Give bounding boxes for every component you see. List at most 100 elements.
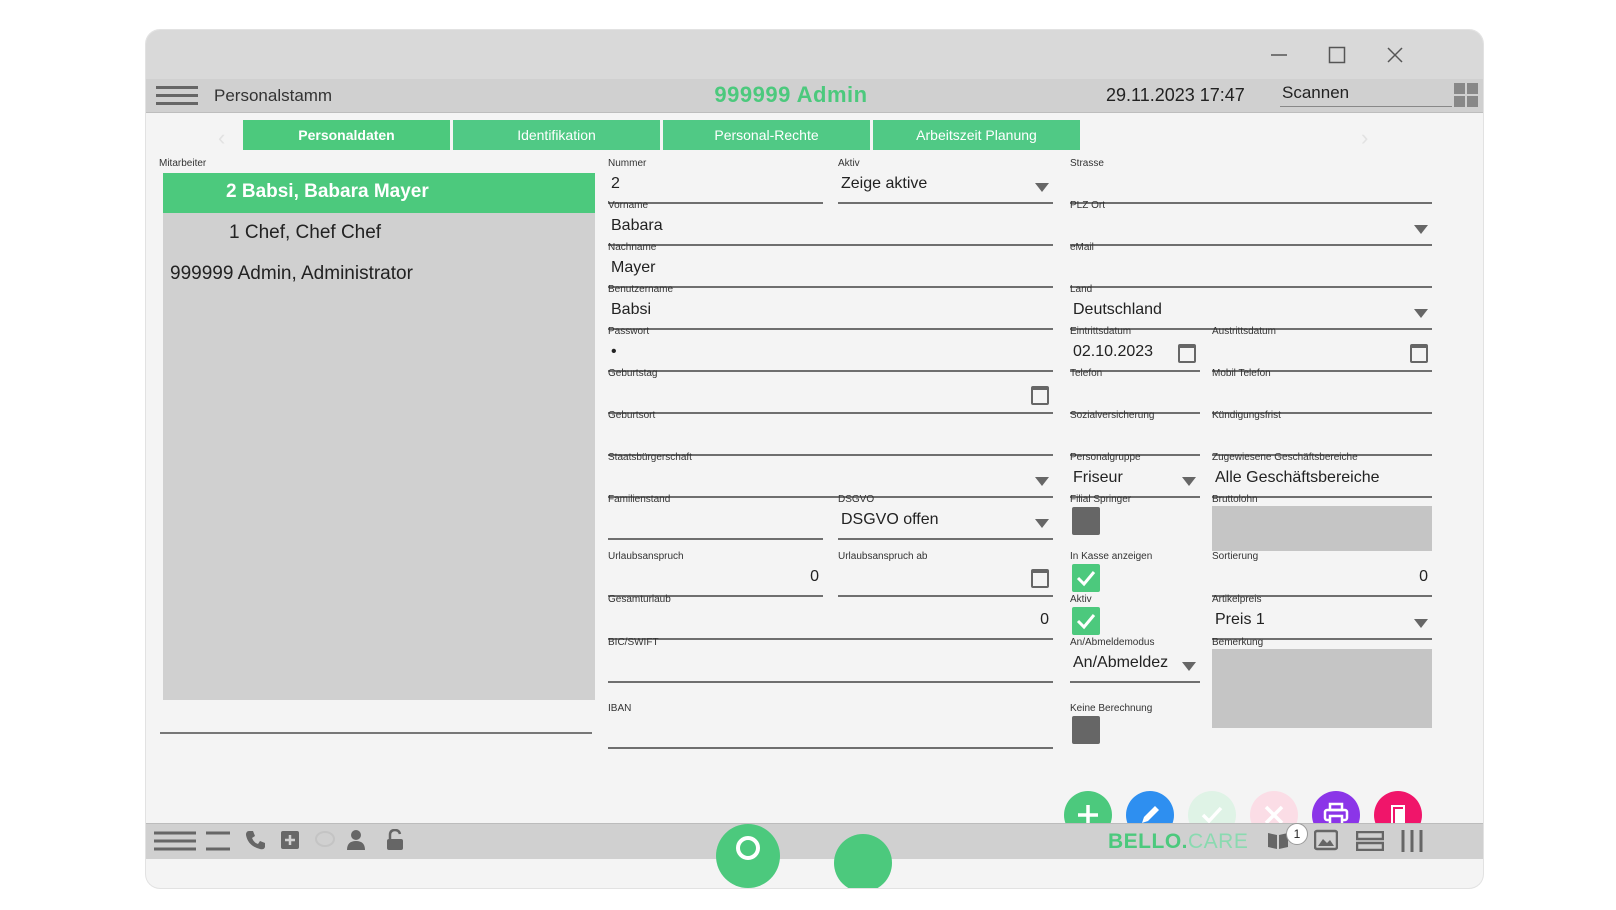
geburtsort-field[interactable] [608,422,1053,456]
kuendigungsfrist-field[interactable] [1212,422,1432,456]
user-icon[interactable] [345,829,367,856]
geschaeftsbereiche-field[interactable]: Alle Geschäftsbereiche [1212,464,1432,498]
iban-field[interactable] [608,715,1053,749]
passwort-label: Passwort [608,326,650,337]
eintrittsdatum-label: Eintrittsdatum [1070,326,1132,337]
in-kasse-checkbox[interactable] [1072,564,1100,592]
search-icon [736,836,760,860]
geburtstag-label: Geburtstag [608,368,658,379]
calendar-icon[interactable] [1410,344,1428,363]
bemerkung-label: Bemerkung [1212,637,1264,648]
artikelpreis-select[interactable]: Preis 1 [1212,606,1432,640]
aktiv-checkbox[interactable] [1072,607,1100,635]
urlaubsanspruch-label: Urlaubsanspruch [608,551,684,562]
land-select[interactable]: Deutschland [1070,296,1432,330]
filial-springer-label: Filial Springer [1070,494,1132,505]
filial-springer-checkbox[interactable] [1072,507,1100,535]
benutzername-field[interactable]: Babsi [608,296,1053,330]
collapse-icon[interactable] [206,831,230,856]
chevron-down-icon [1035,183,1049,192]
urlaubsanspruch-field[interactable]: 0 [608,563,823,597]
list-menu-icon[interactable] [154,831,196,851]
keine-berechnung-checkbox[interactable] [1072,716,1100,744]
email-label: eMail [1070,242,1094,253]
chevron-down-icon [1414,619,1428,628]
tab-next-icon[interactable]: › [1361,125,1368,151]
check-icon [1076,614,1096,630]
plz-ort-label: PLZ Ort [1070,200,1106,211]
employee-list: 2 Babsi, Babara Mayer 1 Chef, Chef Chef … [163,173,595,700]
geburtstag-field[interactable] [608,380,1053,414]
email-field[interactable] [1070,254,1432,288]
tab-prev-icon[interactable]: ‹ [218,125,225,151]
chevron-down-icon [1414,309,1428,318]
mobil-field[interactable] [1212,380,1432,414]
kuendigungsfrist-label: Kündigungsfrist [1212,410,1281,421]
dsgvo-select[interactable]: DSGVO offen [838,506,1053,540]
vorname-field[interactable]: Babara [608,212,1053,246]
image-icon[interactable] [1313,829,1339,856]
app-window: Personalstamm 999999 Admin 29.11.2023 17… [146,30,1483,888]
eintrittsdatum-field[interactable]: 02.10.2023 [1070,338,1200,372]
personalgruppe-select[interactable]: Friseur [1070,464,1200,498]
close-icon[interactable] [1380,40,1410,70]
minimize-icon[interactable] [1264,40,1294,70]
sortierung-field[interactable]: 0 [1212,563,1432,597]
gesamturlaub-field[interactable]: 0 [608,606,1053,640]
staatsbuergerschaft-select[interactable] [608,464,1053,498]
nachname-label: Nachname [608,242,657,253]
keine-berechnung-label: Keine Berechnung [1070,703,1153,714]
passwort-field[interactable]: • [608,338,1053,372]
aktiv-filter-select[interactable]: Zeige aktive [838,170,1053,204]
tab-arbeitszeit-planung[interactable]: Arbeitszeit Planung [873,120,1080,150]
maximize-icon[interactable] [1322,40,1352,70]
chevron-down-icon [1035,477,1049,486]
employee-list-label: Mitarbeiter [159,158,207,169]
calendar-icon[interactable] [1178,344,1196,363]
familienstand-field[interactable] [608,506,823,540]
chevron-down-icon [1182,477,1196,486]
tab-identifikation[interactable]: Identifikation [453,120,660,150]
phone-icon[interactable] [244,829,266,856]
urlaubsanspruch-ab-field[interactable] [838,563,1053,597]
search-fab[interactable] [716,824,780,888]
tab-personaldaten[interactable]: Personaldaten [243,120,450,150]
employee-item[interactable]: 2 Babsi, Babara Mayer [163,173,595,213]
chat-icon[interactable] [314,829,336,856]
bruttolohn-label: Bruttolohn [1212,494,1258,505]
aktiv-filter-label: Aktiv [838,158,860,169]
contact-add-icon[interactable] [279,829,301,856]
menu-icon[interactable] [156,86,198,106]
sortierung-label: Sortierung [1212,551,1259,562]
bemerkung-field[interactable] [1212,649,1432,728]
calendar-icon[interactable] [1031,569,1049,588]
abmeldemodus-select[interactable]: An/Abmeldez [1070,649,1200,683]
vorname-label: Vorname [608,200,649,211]
tab-personal-rechte[interactable]: Personal-Rechte [663,120,870,150]
strasse-field[interactable] [1070,170,1432,204]
sozialversicherung-field[interactable] [1070,422,1200,456]
columns-icon[interactable] [1400,830,1424,857]
bic-label: BIC/SWIFT [608,637,659,648]
nummer-field[interactable]: 2 [608,170,823,204]
telefon-field[interactable] [1070,380,1200,414]
nachname-field[interactable]: Mayer [608,254,1053,288]
secondary-fab[interactable] [834,834,892,888]
current-user: 999999 Admin [714,82,868,107]
employee-item[interactable]: 1 Chef, Chef Chef [163,214,595,254]
plz-ort-select[interactable] [1070,212,1432,246]
grid-icon[interactable] [1452,81,1480,109]
employee-item[interactable]: 999999 Admin, Administrator [163,255,595,295]
austrittsdatum-field[interactable] [1212,338,1432,372]
scan-input[interactable]: Scannen [1280,82,1452,107]
datetime: 29.11.2023 17:47 [1106,85,1245,105]
lock-icon[interactable] [384,828,406,856]
chevron-down-icon [1035,519,1049,528]
bic-field[interactable] [608,649,1053,683]
notification-badge: 1 [1286,823,1308,845]
rows-icon[interactable] [1355,830,1385,856]
bruttolohn-field[interactable] [1212,506,1432,551]
calendar-icon[interactable] [1031,386,1049,405]
in-kasse-label: In Kasse anzeigen [1070,551,1153,562]
sozialversicherung-label: Sozialversicherung [1070,410,1155,421]
